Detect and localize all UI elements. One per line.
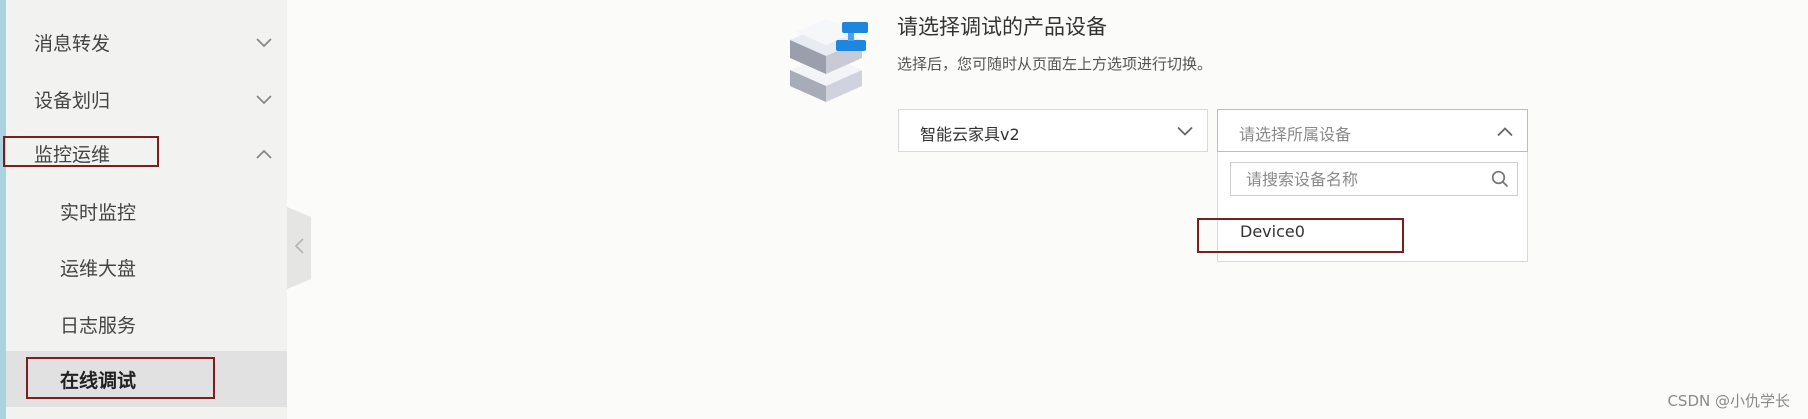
chevron-down-icon <box>256 88 272 110</box>
sidebar-item-label: 实时监控 <box>60 201 137 224</box>
chevron-down-icon <box>1177 121 1193 140</box>
page-title: 请选择调试的产品设备 <box>897 15 1107 39</box>
device-select-placeholder: 请选择所属设备 <box>1239 125 1352 144</box>
device-search-box <box>1230 162 1518 196</box>
chevron-left-icon <box>294 238 304 258</box>
product-select[interactable]: 智能云家具v2 <box>898 109 1208 152</box>
product-select-value: 智能云家具v2 <box>920 125 1020 144</box>
chevron-up-icon <box>1497 121 1513 140</box>
chevron-up-icon <box>256 142 272 164</box>
sidebar-item-realtime-monitoring[interactable]: 实时监控 <box>6 183 287 239</box>
menu-device-assignment[interactable]: 设备划归 <box>6 71 287 127</box>
device-select[interactable]: 请选择所属设备 <box>1217 109 1528 152</box>
menu-message-forwarding[interactable]: 消息转发 <box>6 14 287 70</box>
sidebar-collapse-handle[interactable] <box>287 207 311 289</box>
menu-monitoring-ops[interactable]: 监控运维 <box>6 125 287 181</box>
device-stack-icon <box>786 8 874 104</box>
sidebar-item-label: 在线调试 <box>60 369 137 392</box>
menu-label: 设备划归 <box>34 89 111 112</box>
device-search-input[interactable] <box>1231 163 1496 195</box>
page-subtitle: 选择后，您可随时从页面左上方选项进行切换。 <box>897 55 1213 73</box>
sidebar-item-log-service[interactable]: 日志服务 <box>6 296 287 352</box>
sidebar-item-label: 日志服务 <box>60 314 137 337</box>
menu-label: 消息转发 <box>34 32 111 55</box>
menu-label: 监控运维 <box>34 143 111 166</box>
device-dropdown: Device0 <box>1217 152 1528 262</box>
search-icon[interactable] <box>1491 170 1509 192</box>
sidebar-item-ops-dashboard[interactable]: 运维大盘 <box>6 239 287 295</box>
watermark: CSDN @小仇学长 <box>1667 392 1790 410</box>
sidebar-item-online-debug[interactable]: 在线调试 <box>6 351 287 407</box>
chevron-down-icon <box>256 31 272 53</box>
device-option[interactable]: Device0 <box>1240 222 1305 241</box>
sidebar: 消息转发 设备划归 监控运维 实时监控 运维大盘 日志服务 在线调试 <box>6 0 287 419</box>
sidebar-item-label: 运维大盘 <box>60 257 137 280</box>
